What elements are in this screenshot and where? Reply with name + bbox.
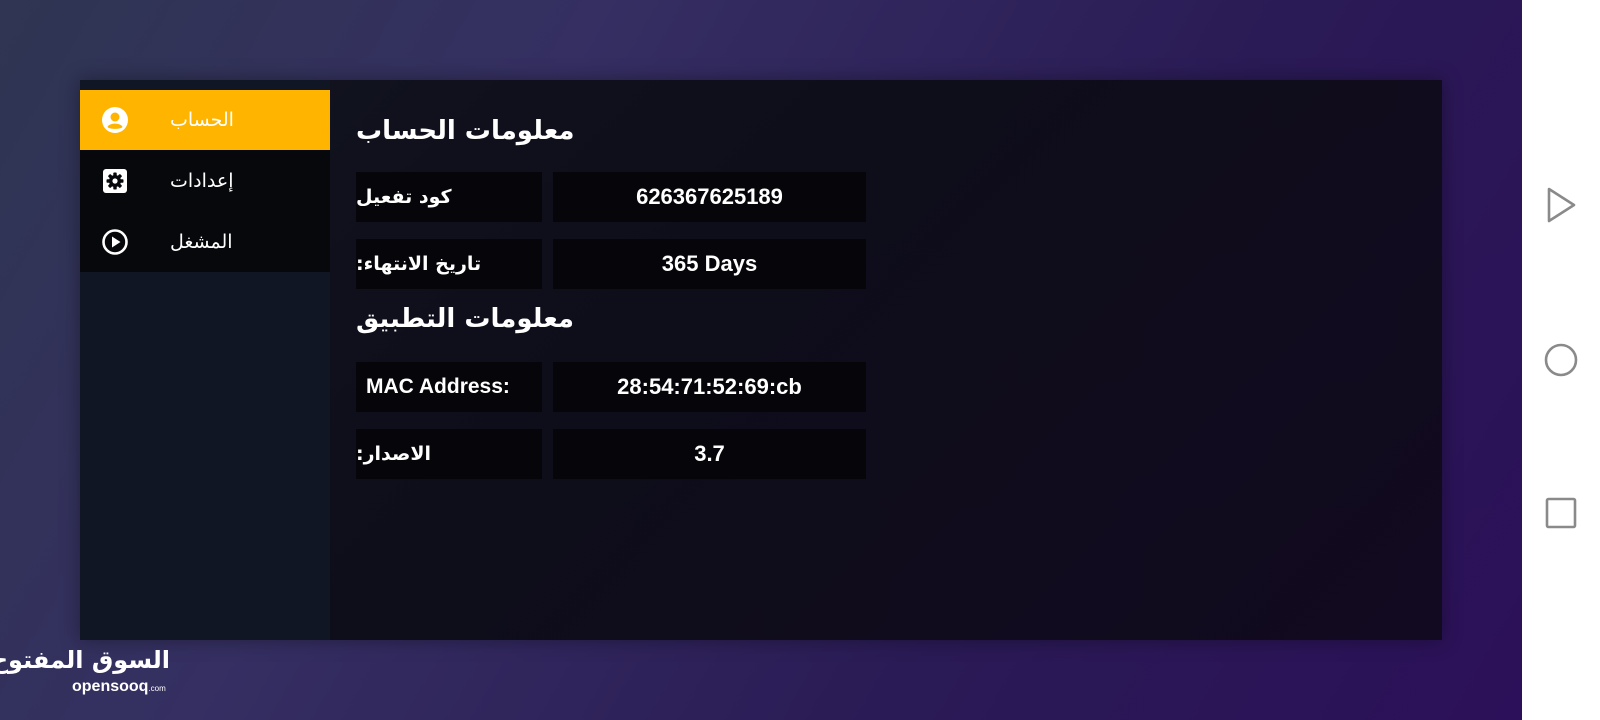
- account-section-title: معلومات الحساب: [356, 116, 575, 146]
- play-circle-icon: [100, 227, 130, 257]
- version-label: الاصدار:: [356, 429, 542, 479]
- mac-address-value: 28:54:71:52:69:cb: [553, 362, 866, 412]
- android-nav-bar: [1522, 0, 1600, 720]
- account-circle-icon: [100, 105, 130, 135]
- opensooq-watermark: السوق المفتوح opensooq.com: [0, 646, 182, 702]
- gear-icon: [100, 166, 130, 196]
- sidebar: الحساب إعدادات المشغل: [80, 80, 330, 640]
- mac-address-label: MAC Address:: [356, 362, 542, 412]
- sidebar-item-settings[interactable]: إعدادات: [80, 151, 330, 211]
- settings-panel: الحساب إعدادات المشغل معلومات الحساب كود…: [80, 80, 1442, 640]
- activation-code-value: 626367625189: [553, 172, 866, 222]
- expiry-date-label: تاريخ الانتهاء:: [356, 239, 542, 289]
- watermark-arabic: السوق المفتوح: [0, 646, 171, 674]
- app-section-title: معلومات التطبيق: [356, 304, 575, 334]
- watermark-latin: opensooq.com: [72, 678, 166, 695]
- square-recents-icon: [1545, 497, 1577, 529]
- triangle-back-icon: [1547, 187, 1576, 223]
- sidebar-item-player[interactable]: المشغل: [80, 212, 330, 272]
- circle-home-icon: [1544, 343, 1578, 377]
- expiry-date-value: 365 Days: [553, 239, 866, 289]
- sidebar-item-label: إعدادات: [170, 170, 234, 192]
- recents-button[interactable]: [1542, 494, 1580, 532]
- sidebar-item-label: المشغل: [170, 231, 233, 253]
- sidebar-menu: الحساب إعدادات المشغل: [80, 90, 330, 272]
- sidebar-item-account[interactable]: الحساب: [80, 90, 330, 150]
- home-button[interactable]: [1542, 341, 1580, 379]
- sidebar-item-label: الحساب: [170, 109, 234, 131]
- back-button[interactable]: [1542, 186, 1580, 224]
- version-value: 3.7: [553, 429, 866, 479]
- activation-code-label: كود تفعيل: [356, 172, 542, 222]
